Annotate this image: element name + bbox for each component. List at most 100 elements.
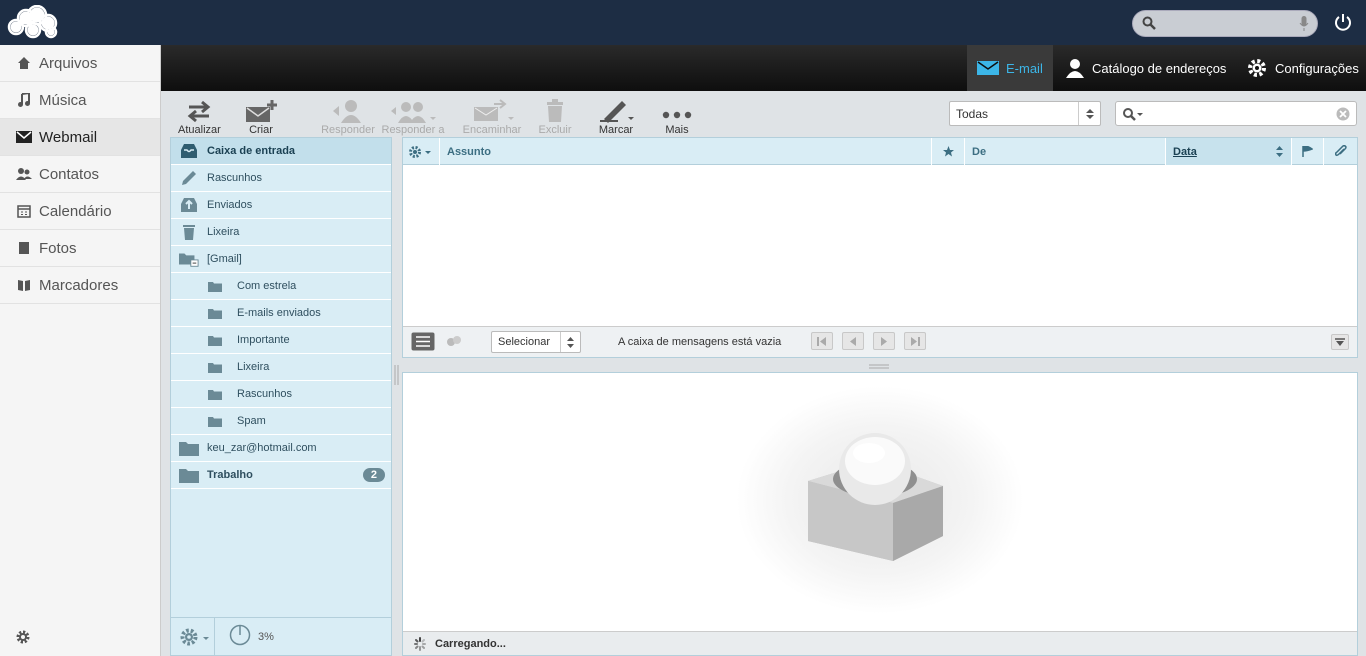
column-subject[interactable]: Assunto: [439, 138, 931, 165]
folder-starred[interactable]: Com estrela: [171, 273, 391, 300]
tab-addressbook[interactable]: Catálogo de endereços: [1055, 45, 1236, 91]
folder-sent[interactable]: Enviados: [171, 192, 391, 219]
quota-text: 3%: [258, 630, 274, 643]
search-icon: [1142, 16, 1156, 33]
reply-button[interactable]: Responder: [321, 99, 375, 136]
column-date[interactable]: Data: [1165, 138, 1291, 165]
column-flag-icon[interactable]: [1291, 138, 1323, 165]
forward-icon: [474, 99, 514, 121]
empty-mailbox-text: A caixa de mensagens está vazia: [618, 336, 782, 348]
quota-pie-icon: [229, 624, 251, 649]
column-star-icon[interactable]: [931, 138, 964, 165]
list-mode-icon[interactable]: [411, 332, 435, 354]
column-from[interactable]: De: [964, 138, 1165, 165]
owncloud-logo-icon[interactable]: [6, 4, 60, 39]
nav-item-music[interactable]: Música: [0, 82, 160, 119]
nav-item-photos[interactable]: Fotos: [0, 230, 160, 267]
unread-count-badge: 2: [362, 468, 385, 482]
clear-search-icon[interactable]: [1336, 107, 1350, 124]
trash-icon: [547, 99, 563, 122]
folder-icon: [205, 305, 225, 321]
folder-icon: [205, 386, 225, 402]
folder-icon: [179, 440, 199, 456]
message-list: Assunto De Data Selecionar A caixa de me…: [402, 137, 1358, 358]
nav-item-bookmarks[interactable]: Marcadores: [0, 267, 160, 304]
message-preview-pane: Carregando...: [402, 372, 1358, 656]
folder-inbox[interactable]: Caixa de entrada: [171, 138, 391, 165]
photos-icon: [16, 240, 32, 256]
nav-item-webmail[interactable]: Webmail: [0, 119, 160, 156]
search-options-icon[interactable]: [1122, 107, 1144, 124]
more-dots-icon: [662, 111, 692, 119]
mail-app: E-mail Catálogo de endereços Configuraçõ…: [161, 45, 1366, 656]
reply-all-icon: [391, 102, 436, 123]
mark-pen-icon: [600, 101, 634, 123]
folder-icon: [179, 467, 199, 483]
sort-arrows-icon: [1276, 146, 1283, 160]
first-page-icon[interactable]: [811, 332, 833, 350]
vertical-splitter[interactable]: [393, 365, 401, 385]
folder-icon: [205, 413, 225, 429]
tab-email[interactable]: E-mail: [967, 45, 1053, 91]
nav-item-contacts[interactable]: Contatos: [0, 156, 160, 193]
top-bar: [0, 0, 1366, 45]
previous-page-icon[interactable]: [842, 332, 864, 350]
list-options-gear-icon[interactable]: [403, 138, 439, 165]
mail-icon: [16, 129, 32, 145]
bookmarks-icon: [16, 277, 32, 293]
tab-settings[interactable]: Configurações: [1236, 45, 1366, 91]
folder-sent-mails[interactable]: E-mails enviados: [171, 300, 391, 327]
nav-item-files[interactable]: Arquivos: [0, 45, 160, 82]
folder-icon: [16, 55, 32, 71]
message-list-header: Assunto De Data: [403, 138, 1357, 165]
compose-mail-icon: [246, 100, 277, 122]
delete-button[interactable]: Excluir: [537, 99, 573, 136]
thread-mode-icon[interactable]: [446, 335, 462, 350]
reply-icon: [333, 100, 361, 123]
last-page-icon[interactable]: [904, 332, 926, 350]
folder-icon: [205, 278, 225, 294]
sent-icon: [179, 197, 199, 213]
select-arrows-icon: [560, 332, 580, 352]
folder-important[interactable]: Importante: [171, 327, 391, 354]
loading-spinner-icon: [413, 636, 427, 651]
app-navigation: Arquivos Música Webmail Contatos Calendá…: [0, 45, 161, 656]
filter-select[interactable]: Todas: [949, 101, 1101, 126]
message-list-footer: Selecionar A caixa de mensagens está vaz…: [403, 326, 1357, 357]
more-button[interactable]: Mais: [659, 99, 695, 136]
column-attachment-icon[interactable]: [1323, 138, 1357, 165]
search-input[interactable]: [1132, 10, 1318, 37]
music-icon: [16, 92, 32, 108]
list-menu-icon[interactable]: [1331, 334, 1349, 350]
folder-list-footer: 3%: [171, 617, 391, 656]
person-icon: [1066, 59, 1084, 78]
logout-power-icon[interactable]: [1334, 13, 1352, 34]
folder-gmail-trash[interactable]: Lixeira: [171, 354, 391, 381]
folder-gmail-drafts[interactable]: Rascunhos: [171, 381, 391, 408]
settings-gear-icon[interactable]: [15, 629, 31, 648]
folder-spam[interactable]: Spam: [171, 408, 391, 435]
microphone-icon[interactable]: [1299, 16, 1309, 35]
forward-button[interactable]: Encaminhar: [461, 99, 523, 136]
mark-button[interactable]: Marcar: [597, 99, 635, 136]
next-page-icon[interactable]: [873, 332, 895, 350]
folder-drafts[interactable]: Rascunhos: [171, 165, 391, 192]
gear-icon: [1248, 59, 1266, 77]
roundcube-logo-icon: [803, 431, 948, 569]
pencil-icon: [179, 170, 199, 186]
folder-icon: [205, 359, 225, 375]
folder-gmail[interactable]: [Gmail]: [171, 246, 391, 273]
preview-status-bar: Carregando...: [403, 631, 1357, 655]
select-arrows-icon: [1078, 102, 1100, 125]
refresh-button[interactable]: Atualizar: [178, 99, 221, 136]
folder-actions-gear-icon[interactable]: [179, 617, 215, 656]
quick-search-input[interactable]: [1115, 101, 1357, 126]
mail-header-bar: E-mail Catálogo de endereços Configuraçõ…: [161, 45, 1366, 91]
calendar-icon: [16, 203, 32, 219]
folder-trash[interactable]: Lixeira: [171, 219, 391, 246]
folder-list: Caixa de entrada Rascunhos Enviados Lixe…: [170, 137, 392, 656]
folder-hotmail[interactable]: keu_zar@hotmail.com: [171, 435, 391, 462]
folder-work[interactable]: Trabalho 2: [171, 462, 391, 489]
select-dropdown[interactable]: Selecionar: [491, 331, 581, 353]
nav-item-calendar[interactable]: Calendário: [0, 193, 160, 230]
